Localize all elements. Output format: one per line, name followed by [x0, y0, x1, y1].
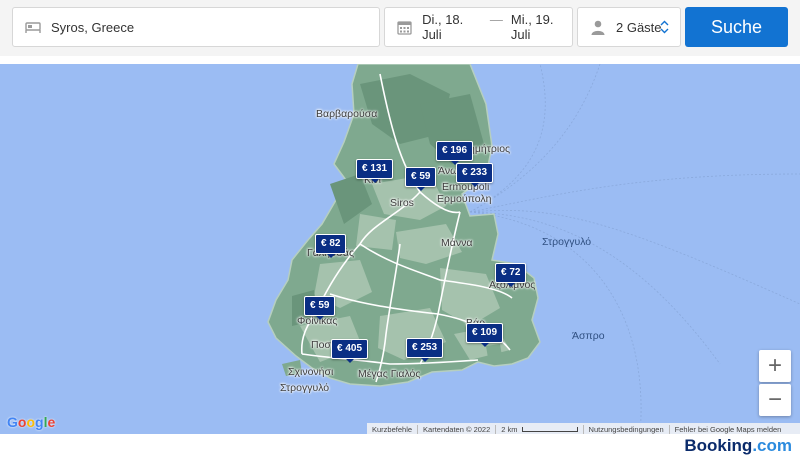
report-error-link[interactable]: Fehler bei Google Maps melden [668, 424, 787, 434]
price-marker[interactable]: € 59 [405, 167, 437, 191]
sort-arrows-icon [660, 20, 670, 37]
price-marker[interactable]: € 131 [356, 159, 394, 183]
map-attribution-bar: Kurzbefehle Kartendaten © 2022 2 km Nutz… [367, 423, 800, 434]
search-bar: Syros, Greece Di., 18. Juli — Mi., 19. J… [0, 0, 800, 56]
footer: Booking.com [0, 434, 800, 460]
calendar-icon [397, 19, 412, 35]
price-marker[interactable]: € 109 [466, 323, 504, 347]
map-base-layer [0, 64, 800, 434]
date-range-field[interactable]: Di., 18. Juli — Mi., 19. Juli [384, 7, 573, 47]
zoom-in-button[interactable]: + [759, 350, 791, 382]
person-icon [590, 19, 606, 35]
price-marker[interactable]: € 59 [304, 296, 336, 320]
price-marker[interactable]: € 72 [495, 263, 527, 287]
zoom-out-button[interactable]: − [759, 384, 791, 416]
guests-value: 2 Gäste [616, 19, 662, 35]
keyboard-shortcuts-link[interactable]: Kurzbefehle [367, 425, 417, 434]
scale-label: 2 km [501, 424, 518, 434]
destination-field[interactable]: Syros, Greece [12, 7, 380, 47]
google-logo[interactable]: Google [7, 414, 55, 430]
destination-value: Syros, Greece [51, 19, 135, 35]
scale-bar [521, 426, 578, 432]
map-data-credit: Kartendaten © 2022 [417, 424, 495, 434]
price-marker[interactable]: € 196 [436, 141, 474, 165]
price-marker[interactable]: € 405 [331, 339, 369, 363]
terms-link[interactable]: Nutzungsbedingungen [582, 424, 669, 434]
price-marker[interactable]: € 233 [456, 163, 494, 187]
scale-indicator[interactable]: 2 km [495, 424, 582, 434]
checkin-date: Di., 18. Juli [422, 12, 464, 42]
brand-name: Booking [684, 436, 753, 455]
checkout-date: Mi., 19. Juli [510, 12, 554, 42]
booking-logo[interactable]: Booking.com [684, 436, 792, 456]
search-button[interactable]: Suche [685, 7, 788, 47]
price-marker[interactable]: € 253 [406, 338, 444, 362]
date-separator: — [489, 12, 503, 27]
guests-select[interactable]: 2 Gäste [577, 7, 681, 47]
bed-icon [25, 19, 41, 35]
brand-suffix: .com [752, 436, 792, 455]
price-marker[interactable]: € 82 [315, 234, 347, 258]
map-view[interactable]: Βαρβαρούσα Δημήτριος Άνω Σ Κίνι Siros Er… [0, 64, 800, 434]
